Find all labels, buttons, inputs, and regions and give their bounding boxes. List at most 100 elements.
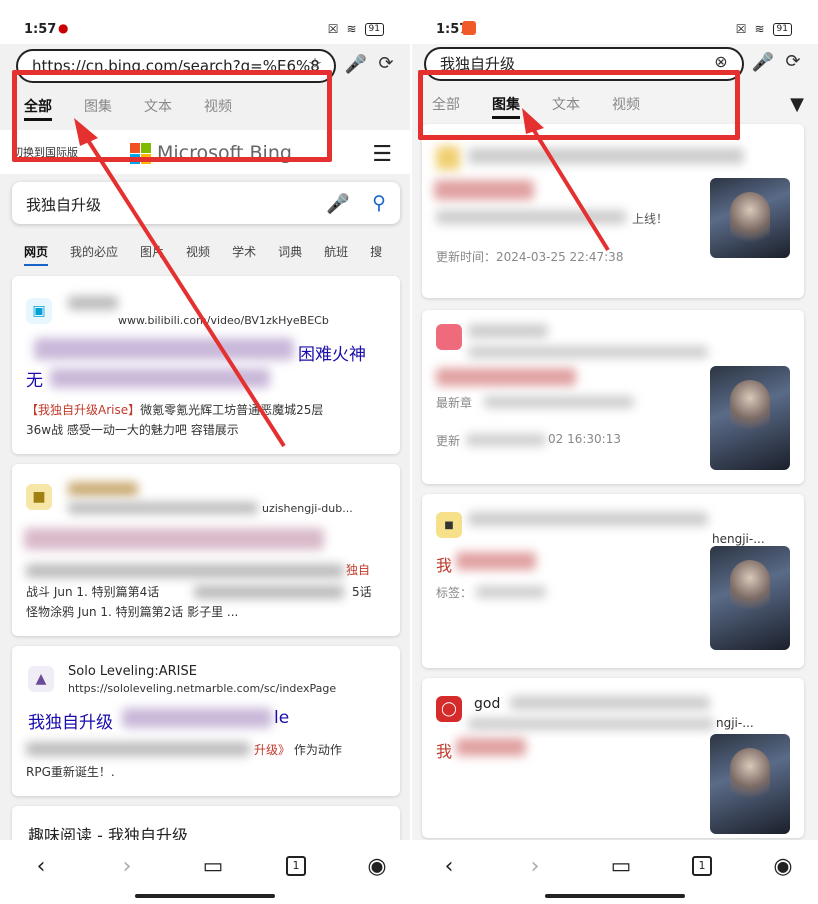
redacted-tags bbox=[476, 586, 546, 598]
scope-dictionary[interactable]: 词典 bbox=[278, 243, 302, 266]
scope-images[interactable]: 图片 bbox=[140, 243, 164, 266]
redacted-title bbox=[456, 552, 536, 570]
result-card[interactable]: ▲ Solo Leveling:ARISE https://sololeveli… bbox=[12, 646, 400, 796]
status-time: 1:57 bbox=[24, 22, 57, 37]
solo-leveling-icon: ▲ bbox=[28, 666, 54, 692]
bing-search-box[interactable]: 我独自升级 🎤 ⚲ bbox=[12, 182, 400, 224]
result-card[interactable]: ▣ www.bilibili.com/video/BV1zkHyeBECb 困难… bbox=[12, 276, 400, 454]
scope-academic[interactable]: 学术 bbox=[232, 243, 256, 266]
result-title-end[interactable]: 困难火神 bbox=[298, 340, 366, 365]
result-site-name: Solo Leveling:ARISE bbox=[68, 664, 197, 679]
redacted-title-line2 bbox=[50, 368, 270, 388]
gallery-card[interactable]: 上线！ 更新时间：2024-03-25 22:47:38 bbox=[422, 124, 804, 298]
filter-icon[interactable]: ▼ bbox=[790, 94, 804, 115]
right-phone-screenshot: 1:57 ☒ ≋ 91 我独自升级 ⊗ 🎤 ⟳ 全部 图集 文本 视频 ▼ 上线… bbox=[412, 0, 818, 904]
status-icons: ☒ ≋ 91 bbox=[736, 22, 792, 36]
site-icon: ■ bbox=[26, 484, 52, 510]
back-icon[interactable]: ‹ bbox=[26, 854, 56, 879]
thumbnail-image[interactable] bbox=[710, 734, 790, 834]
result-card[interactable]: ■ uzishengji-dub... 独自 战斗 Jun 1. 特别篇第4话 … bbox=[12, 464, 400, 636]
result-title-line2[interactable]: 无 bbox=[26, 366, 43, 391]
redacted-snippet bbox=[194, 585, 344, 599]
result-url-fragment: hengji-... bbox=[712, 532, 765, 546]
result-title-start[interactable]: 我独自升级 bbox=[28, 708, 113, 733]
redacted-url bbox=[68, 502, 258, 514]
search-query: 我独自升级 bbox=[26, 196, 102, 214]
redacted-url bbox=[468, 148, 744, 164]
forward-icon[interactable]: › bbox=[520, 854, 550, 879]
profile-icon[interactable]: ◉ bbox=[768, 854, 798, 879]
result-snippet: 【我独自升级Arise】微氪零氪光辉工坊普通恶魔城25层 36w战 感受一动一大… bbox=[26, 400, 390, 440]
scope-my-bing[interactable]: 我的必应 bbox=[70, 243, 118, 266]
snippet-text: 作为动作 bbox=[293, 743, 342, 757]
result-title-start[interactable]: 我 bbox=[436, 738, 452, 762]
redacted-title bbox=[456, 738, 526, 756]
tag-label: 标签： bbox=[436, 586, 473, 600]
left-phone-screenshot: 1:57 ● ☒ ≋ 91 https://cn.bing.com/search… bbox=[0, 0, 410, 904]
update-time: 更新时间：2024-03-25 22:47:38 bbox=[436, 250, 624, 264]
browser-navbar: ‹ › ▭ 1 ◉ bbox=[0, 840, 410, 904]
snippet-line2: 36w战 感受一动一大的魅力吧 容错展示 bbox=[26, 423, 239, 437]
snippet-text: 微氪零氪光辉工坊普通恶魔城25层 bbox=[140, 403, 324, 417]
tabs-count-icon[interactable]: 1 bbox=[692, 856, 712, 876]
browser-navbar: ‹ › ▭ 1 ◉ bbox=[412, 840, 818, 904]
forward-icon[interactable]: › bbox=[112, 854, 142, 879]
bilibili-icon: ▣ bbox=[26, 298, 52, 324]
gallery-card[interactable]: ◯ god ngji-... 我 bbox=[422, 678, 804, 838]
thumbnail-image[interactable] bbox=[710, 178, 790, 258]
scope-web[interactable]: 网页 bbox=[24, 243, 49, 266]
redacted-site-name bbox=[68, 482, 138, 496]
status-icons: ☒ ≋ 91 bbox=[328, 22, 384, 36]
snippet-line2-end: 5话 bbox=[352, 585, 372, 599]
gallery-card[interactable]: ■ hengji-... 我 标签： bbox=[422, 494, 804, 668]
scope-flights[interactable]: 航班 bbox=[324, 243, 348, 266]
snippet-end: 上线！ bbox=[632, 212, 669, 226]
window-icon[interactable]: ▭ bbox=[198, 854, 228, 879]
scope-more[interactable]: 搜 bbox=[370, 243, 382, 266]
thumbnail-image[interactable] bbox=[710, 546, 790, 650]
annotation-box bbox=[418, 70, 740, 140]
home-indicator bbox=[135, 894, 275, 898]
scope-videos[interactable]: 视频 bbox=[186, 243, 210, 266]
microphone-icon[interactable]: 🎤 bbox=[343, 54, 369, 75]
thumbnail-image[interactable] bbox=[710, 366, 790, 470]
redacted-snippet bbox=[26, 742, 250, 756]
site-icon: ◯ bbox=[436, 696, 462, 722]
result-url: https://sololeveling.netmarble.com/sc/in… bbox=[68, 682, 337, 695]
microphone-icon[interactable]: 🎤 bbox=[750, 52, 776, 73]
search-icon[interactable]: ⚲ bbox=[372, 192, 386, 214]
home-indicator bbox=[545, 894, 685, 898]
redacted-title bbox=[24, 528, 324, 550]
result-site-name: god bbox=[474, 696, 501, 712]
app-notification-icon bbox=[462, 21, 476, 35]
result-title-start[interactable]: 我 bbox=[436, 552, 452, 576]
redacted-site-icon bbox=[436, 146, 460, 170]
gallery-card[interactable]: 最新章 更新 02 16:30:13 bbox=[422, 310, 804, 484]
result-url-fragment: ngji-... bbox=[716, 716, 754, 730]
result-title-end[interactable]: le bbox=[274, 708, 289, 728]
tabs-count-icon[interactable]: 1 bbox=[286, 856, 306, 876]
battery-icon: 91 bbox=[772, 22, 792, 36]
redacted-url bbox=[468, 512, 708, 526]
qq-notification-icon: ● bbox=[58, 21, 72, 35]
window-icon[interactable]: ▭ bbox=[606, 854, 636, 879]
redacted-title bbox=[434, 180, 534, 200]
snippet-line2: 战斗 Jun 1. 特别篇第4话 bbox=[26, 585, 160, 599]
battery-icon: 91 bbox=[364, 22, 384, 36]
voice-search-icon[interactable]: 🎤 bbox=[326, 192, 350, 215]
refresh-icon[interactable]: ⟳ bbox=[373, 53, 399, 74]
snippet-line3: 怪物涂鸦 Jun 1. 特别篇第2话 影子里 ... bbox=[26, 605, 239, 619]
result-snippet: 升级》 作为动作 bbox=[254, 740, 342, 760]
profile-icon[interactable]: ◉ bbox=[362, 854, 392, 879]
wifi-icon: ≋ bbox=[346, 22, 357, 36]
site-icon bbox=[436, 324, 462, 350]
back-icon[interactable]: ‹ bbox=[434, 854, 464, 879]
menu-icon[interactable]: ☰ bbox=[372, 142, 392, 167]
snippet-highlight: 升级》 bbox=[254, 743, 291, 757]
refresh-icon[interactable]: ⟳ bbox=[780, 51, 806, 72]
clear-icon[interactable]: ⊗ bbox=[708, 52, 734, 71]
status-bar: 1:57 ☒ ≋ 91 bbox=[412, 0, 818, 44]
result-url: www.bilibili.com/video/BV1zkHyeBECb bbox=[118, 314, 329, 327]
update-time: 02 16:30:13 bbox=[548, 432, 621, 446]
result-url-fragment: uzishengji-dub... bbox=[262, 502, 353, 515]
